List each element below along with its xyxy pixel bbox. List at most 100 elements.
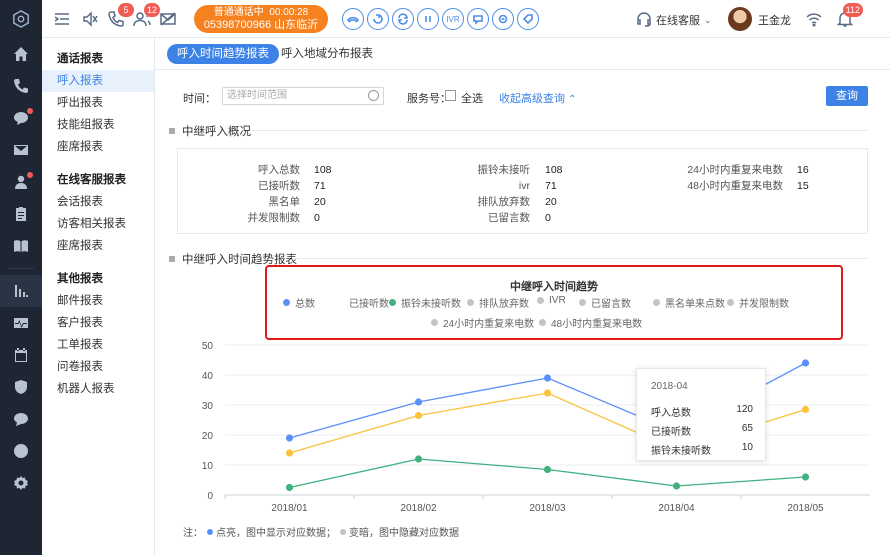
legend-label: 已留言数 xyxy=(591,299,631,310)
legend-item[interactable]: 24小时内重复来电数 xyxy=(431,315,534,330)
legend-dot-icon xyxy=(539,319,546,326)
select-all-checkbox[interactable] xyxy=(445,90,456,101)
ivr-button[interactable]: IVR xyxy=(442,8,464,30)
x-tick-label: 2018/04 xyxy=(658,503,695,514)
legend-label: 并发限制数 xyxy=(739,299,789,310)
call-status-pill[interactable]: 普通通话中 00:00:28 05398700966 山东临沂 xyxy=(194,5,328,33)
clock-icon[interactable] xyxy=(368,90,379,101)
nav-item-mail-report[interactable]: 邮件报表 xyxy=(42,290,154,312)
legend-item[interactable]: 黑名单来点数 xyxy=(653,295,725,310)
pulse-icon[interactable] xyxy=(0,307,42,339)
bell-icon[interactable]: 112 xyxy=(835,3,863,29)
nav-item-robot-report[interactable]: 机器人报表 xyxy=(42,378,154,400)
mail-off-icon[interactable] xyxy=(158,9,178,29)
app-logo-icon[interactable] xyxy=(0,0,42,38)
legend-label: 总数 xyxy=(295,299,315,310)
hangup-button[interactable] xyxy=(342,8,364,30)
note-on-text: 点亮，图中显示对应数据； xyxy=(216,528,336,539)
link-icon[interactable] xyxy=(0,435,42,467)
report-subnav: 通话报表 呼入报表 呼出报表 技能组报表 座席报表 在线客服报表 会话报表 访客… xyxy=(42,38,155,555)
nav-item-session-report[interactable]: 会话报表 xyxy=(42,191,154,213)
clipboard-icon[interactable] xyxy=(0,198,42,230)
advanced-query-label: 收起高级查询 xyxy=(499,93,565,105)
call-status: 普通通话中 xyxy=(213,7,264,18)
advanced-query-toggle[interactable]: 收起高级查询 ⌃ xyxy=(499,90,576,106)
nav-item-skill-group-report[interactable]: 技能组报表 xyxy=(42,114,154,136)
section-marker-icon xyxy=(169,256,175,262)
legend-item[interactable]: 已留言数 xyxy=(579,295,631,310)
nav-item-ticket-report[interactable]: 工单报表 xyxy=(42,334,154,356)
stat-value-text: 0 xyxy=(545,212,551,224)
data-point xyxy=(285,483,294,492)
shield-icon[interactable] xyxy=(0,371,42,403)
time-range-input[interactable]: 选择时间范围 xyxy=(222,87,384,105)
nav-item-survey-report[interactable]: 问卷报表 xyxy=(42,356,154,378)
tag-button[interactable] xyxy=(517,8,539,30)
nav-item-visitor-report[interactable]: 访客相关报表 xyxy=(42,213,154,235)
nav-item-agent-report[interactable]: 座席报表 xyxy=(42,136,154,158)
top-bar: 5 12 普通通话中 00:00:28 05398700966 山东临沂 IVR… xyxy=(42,0,890,38)
legend-dot-icon xyxy=(653,299,660,306)
legend-label: 已接听数 xyxy=(349,299,389,310)
data-point xyxy=(414,411,423,420)
redial-button[interactable] xyxy=(392,8,414,30)
overview-title-text: 中继呼入概况 xyxy=(182,126,251,138)
contact-icon[interactable] xyxy=(0,166,42,198)
nav-group-online-service-reports: 在线客服报表 xyxy=(57,174,126,186)
message-icon[interactable] xyxy=(0,403,42,435)
legend-label: 48小时内重复来电数 xyxy=(551,319,643,330)
tab-inbound-region[interactable]: 呼入地域分布报表 xyxy=(271,44,383,64)
chat-icon[interactable] xyxy=(0,102,42,134)
tooltip-value: 65 xyxy=(741,423,753,434)
select-all-label[interactable]: 全选 xyxy=(461,90,483,106)
mail-icon[interactable] xyxy=(0,134,42,166)
legend-dot-icon xyxy=(389,299,396,306)
book-icon[interactable] xyxy=(0,230,42,262)
nav-group-other-reports: 其他报表 xyxy=(57,273,103,285)
legend-item[interactable]: IVR xyxy=(537,295,566,306)
transfer-button[interactable] xyxy=(367,8,389,30)
settings-icon[interactable] xyxy=(0,467,42,499)
nav-item-customer-report[interactable]: 客户报表 xyxy=(42,312,154,334)
visitors-icon[interactable]: 12 xyxy=(132,3,160,29)
legend-item[interactable]: 排队放弃数 xyxy=(467,295,529,310)
missed-call-icon[interactable]: 5 xyxy=(106,3,134,29)
tab-inbound-trend[interactable]: 呼入时间趋势报表 xyxy=(167,44,279,64)
legend-item[interactable]: 振铃未接听数 xyxy=(389,295,461,310)
mute-icon[interactable] xyxy=(80,9,100,29)
consult-button[interactable] xyxy=(467,8,489,30)
stat-queue-abandon: 排队放弃数 xyxy=(178,195,531,210)
report-icon[interactable] xyxy=(0,275,42,307)
main-content: 呼入时间趋势报表 呼入地域分布报表 时间： 选择时间范围 服务号： 全选 收起高… xyxy=(155,38,890,555)
avatar[interactable] xyxy=(728,7,752,31)
legend-item[interactable]: 并发限制数 xyxy=(727,295,789,310)
overview-stats: 呼入总数 108 已接听数 71 黑名单 20 并发限制数 0 振铃未接听 10… xyxy=(177,148,868,234)
chat-unread-dot xyxy=(27,108,33,114)
nav-item-outbound-report[interactable]: 呼出报表 xyxy=(42,92,154,114)
online-service-dropdown[interactable]: 在线客服 ⌄ xyxy=(656,12,712,28)
legend-item[interactable]: 48小时内重复来电数 xyxy=(539,315,642,330)
query-button[interactable]: 查询 xyxy=(826,86,868,106)
phone-icon[interactable] xyxy=(0,70,42,102)
nav-item-inbound-report[interactable]: 呼入报表 xyxy=(42,70,154,92)
legend-item[interactable]: 已接听数 xyxy=(337,295,389,310)
y-tick-label: 20 xyxy=(202,431,214,442)
tooltip-header: 2018-04 xyxy=(651,381,688,392)
series-line xyxy=(289,458,806,489)
username[interactable]: 王金龙 xyxy=(758,12,791,28)
collapse-menu-icon[interactable] xyxy=(52,9,72,29)
tooltip-value: 10 xyxy=(741,442,753,453)
ivr-label: IVR xyxy=(446,14,460,24)
nav-item-online-agent-report[interactable]: 座席报表 xyxy=(42,235,154,257)
home-icon[interactable] xyxy=(0,38,42,70)
headset-icon[interactable] xyxy=(634,9,654,29)
message-button[interactable] xyxy=(492,8,514,30)
chart-title: 中继呼入时间趋势 xyxy=(510,281,598,293)
legend-item[interactable]: 总数 xyxy=(283,295,315,310)
pause-button[interactable] xyxy=(417,8,439,30)
stat-label: 排队放弃数 xyxy=(477,196,531,208)
calendar-icon[interactable] xyxy=(0,339,42,371)
stat-label: 已留言数 xyxy=(488,212,530,224)
nav-group-call-reports: 通话报表 xyxy=(57,53,103,65)
data-point xyxy=(285,434,294,442)
